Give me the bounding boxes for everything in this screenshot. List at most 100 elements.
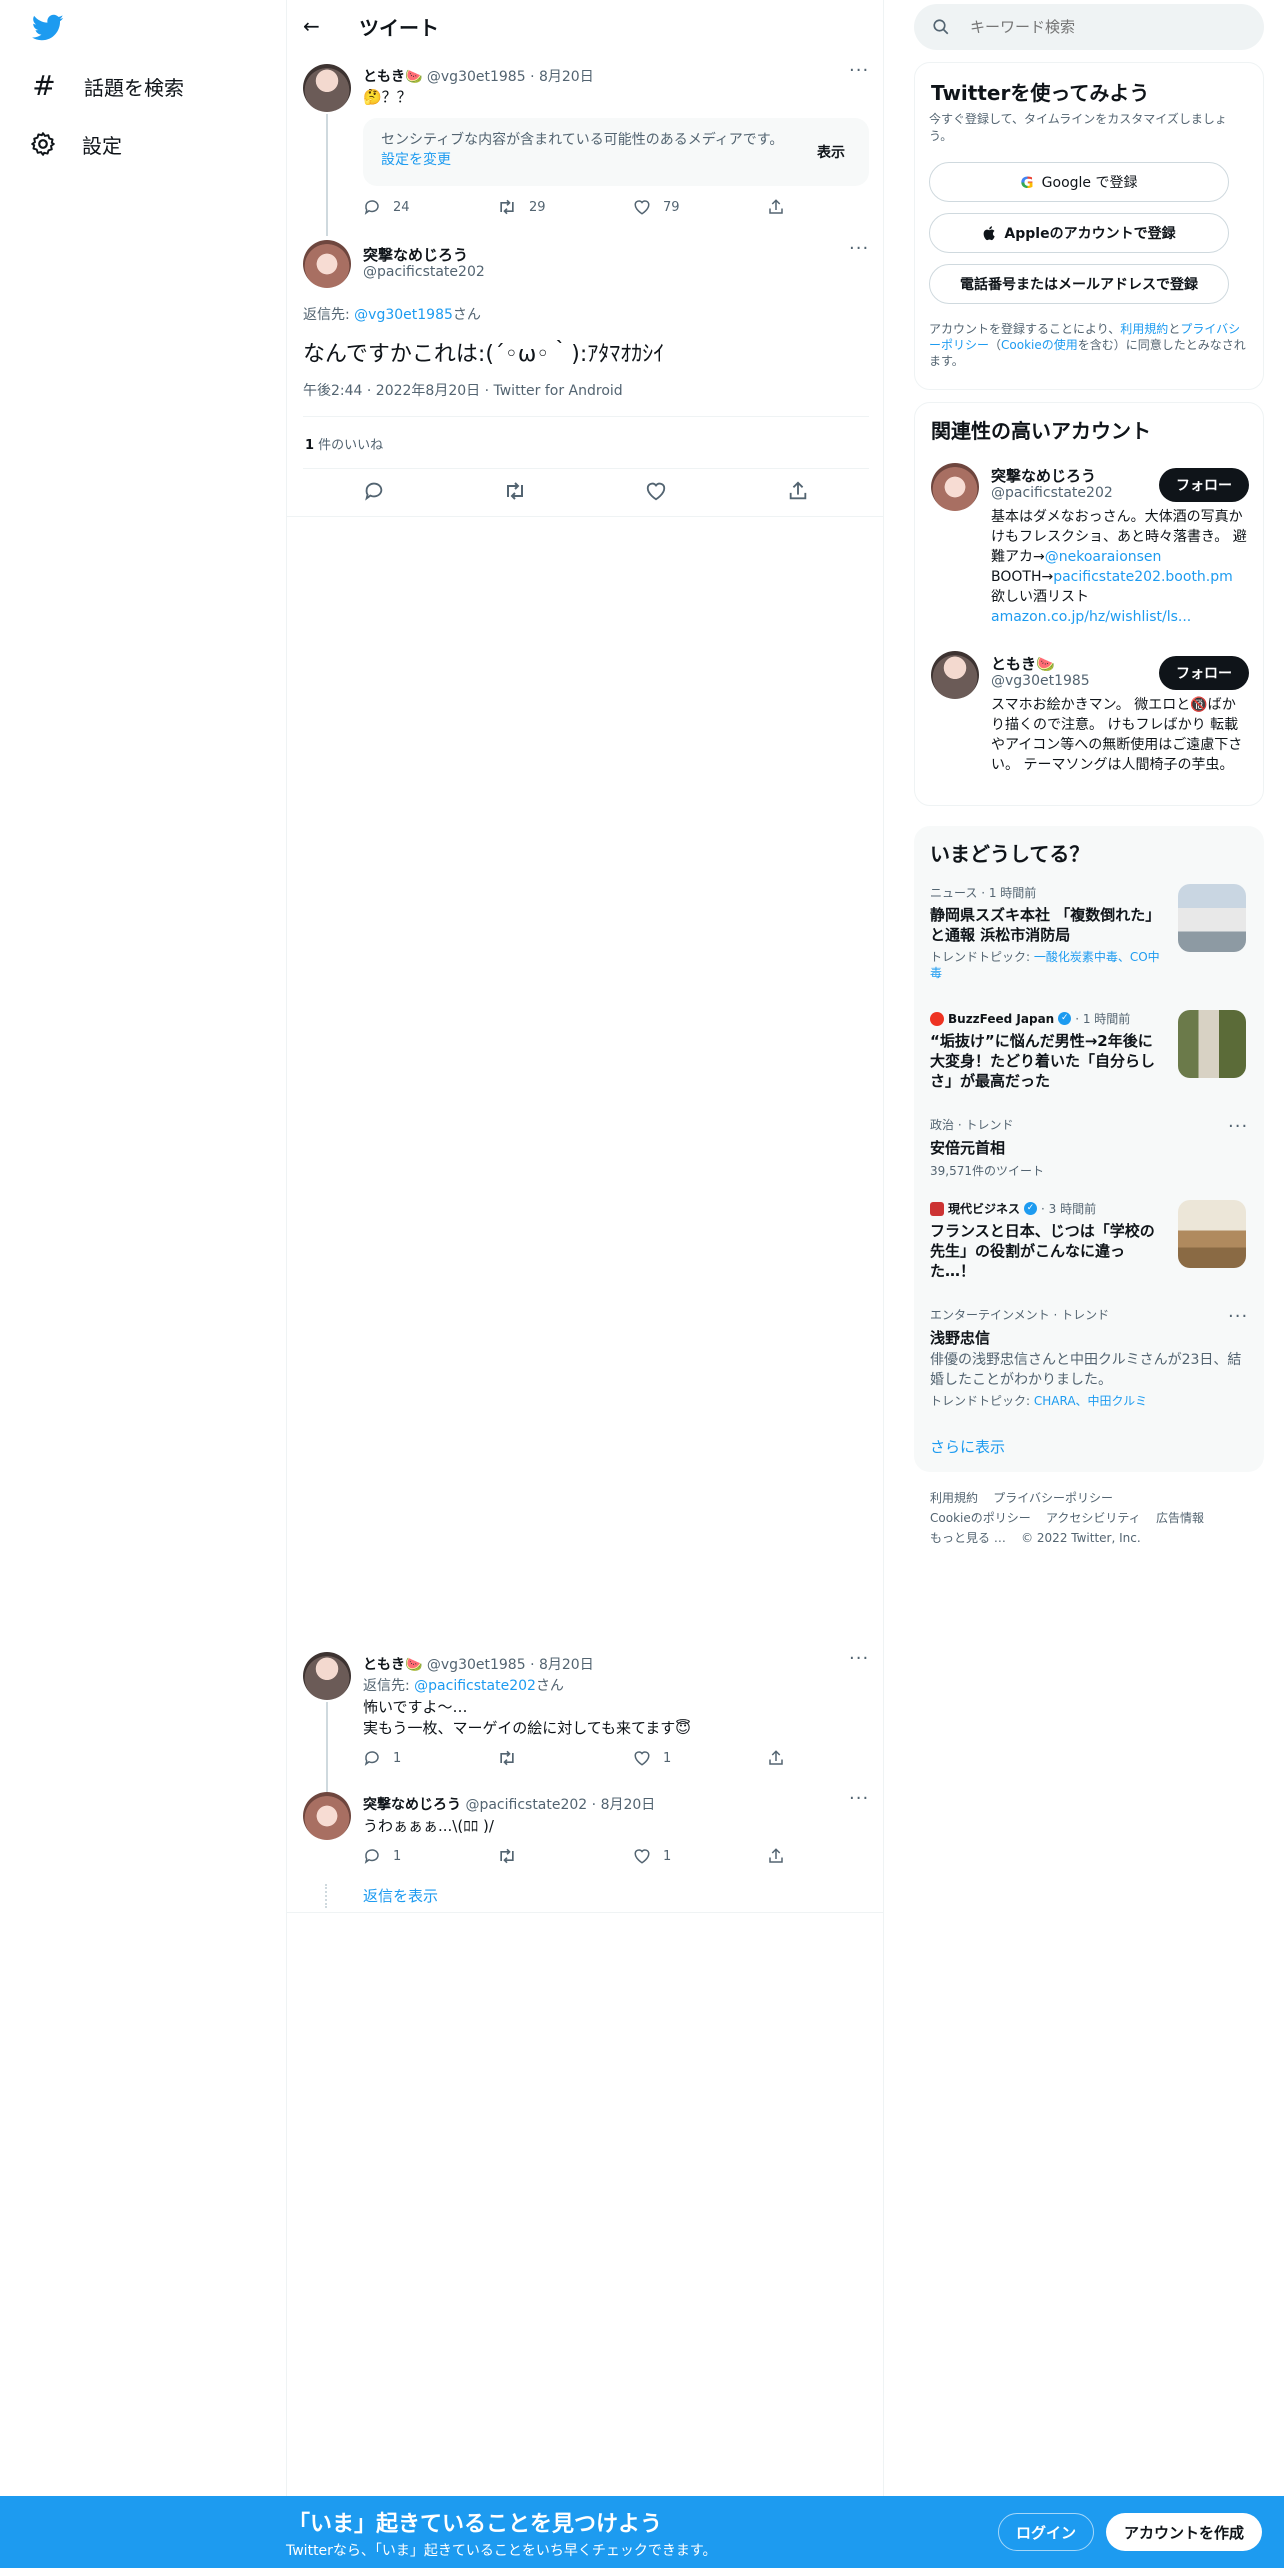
news-thumbnail[interactable]: [1178, 1200, 1246, 1268]
news-thumbnail[interactable]: [1178, 1010, 1246, 1078]
search-input[interactable]: [970, 16, 1240, 38]
reply-button[interactable]: 24: [363, 198, 410, 216]
show-replies-link[interactable]: 返信を表示: [363, 1885, 438, 1906]
retweet-button[interactable]: [497, 1749, 517, 1767]
footer-link[interactable]: アクセシビリティ: [1046, 1511, 1141, 1525]
reply-to-handle[interactable]: @vg30et1985: [354, 307, 453, 323]
bottom-signup-bar: 「いま」起きていることを見つけよう Twitterなら、「いま」起きていることを…: [0, 2496, 1284, 2568]
account-name[interactable]: ともき🍉: [991, 653, 1055, 674]
search-icon: [932, 18, 950, 36]
search-box[interactable]: [914, 4, 1264, 50]
retweet-button[interactable]: [503, 480, 527, 502]
reply-to-handle[interactable]: @pacificstate202: [414, 1678, 536, 1694]
trend-meta: · 3 時間前: [1041, 1202, 1097, 1216]
more-icon[interactable]: ···: [849, 238, 869, 259]
avatar[interactable]: [931, 463, 979, 511]
likes-stat[interactable]: 1 件のいいね: [305, 434, 383, 453]
tweet-timestamp[interactable]: 午後2:44 · 2022年8月20日 · Twitter for Androi…: [303, 380, 623, 400]
avatar[interactable]: [303, 1652, 351, 1700]
share-button[interactable]: [767, 1749, 785, 1767]
change-settings-link[interactable]: 設定を変更: [381, 152, 451, 168]
more-icon[interactable]: ···: [849, 1788, 869, 1809]
reply-icon: [363, 1847, 381, 1865]
tweet-date[interactable]: 8月20日: [539, 1657, 594, 1673]
tweet-date[interactable]: 8月20日: [539, 69, 594, 85]
share-button[interactable]: [767, 198, 785, 216]
back-arrow-icon[interactable]: ←: [303, 14, 320, 38]
nav-explore[interactable]: # 話題を検索: [30, 58, 184, 114]
apple-signup-button[interactable]: Appleのアカウントで登録: [929, 213, 1229, 253]
like-button[interactable]: 79: [633, 198, 680, 216]
footer-link[interactable]: 広告情報: [1156, 1511, 1204, 1525]
footer-link[interactable]: Cookieのポリシー: [930, 1511, 1031, 1525]
create-account-button[interactable]: アカウントを作成: [1106, 2513, 1262, 2551]
share-button[interactable]: [787, 480, 809, 502]
like-button[interactable]: [645, 480, 667, 502]
trend-item[interactable]: 現代ビジネス ✓ · 3 時間前 フランスと日本、じつは「学校の先生」の役割がこ…: [930, 1200, 1170, 1281]
more-icon[interactable]: ···: [1228, 1306, 1248, 1327]
trend-item[interactable]: BuzzFeed Japan ✓ · 1 時間前 “垢抜け”に悩んだ男性→2年後…: [930, 1010, 1170, 1091]
avatar[interactable]: [931, 651, 979, 699]
tweet-header: ともき🍉 @vg30et1985 · 8月20日: [363, 69, 594, 85]
news-thumbnail[interactable]: [1178, 884, 1246, 952]
footer-link[interactable]: もっと見る …: [930, 1531, 1006, 1545]
author-handle[interactable]: @pacificstate202: [465, 1797, 587, 1813]
bio-link[interactable]: amazon.co.jp/hz/wishlist/ls...: [991, 609, 1191, 625]
trends-card: いまどうしてる？ ニュース · 1 時間前 静岡県スズキ本社 「複数倒れた」と通…: [914, 826, 1264, 1472]
gendai-logo-icon: [930, 1201, 944, 1216]
more-icon[interactable]: ···: [849, 1648, 869, 1669]
account-bio: スマホお絵かきマン。 微エロと🔞ばかり描くので注意。 けもフレばかり 転載やアイ…: [991, 697, 1243, 773]
follow-button[interactable]: フォロー: [1159, 656, 1249, 690]
share-button[interactable]: [767, 1847, 785, 1865]
trend-item[interactable]: 政治 · トレンド 安倍元首相 39,571件のツイート: [930, 1116, 1250, 1179]
bio-link[interactable]: pacificstate202.booth.pm: [1053, 569, 1233, 585]
author-name[interactable]: ともき🍉: [363, 1657, 422, 1673]
bio-link[interactable]: @nekoaraionsen: [1045, 549, 1162, 565]
author-name[interactable]: ともき🍉: [363, 69, 422, 85]
author-handle[interactable]: @vg30et1985: [427, 69, 526, 85]
share-icon: [767, 1847, 785, 1865]
like-button[interactable]: 1: [633, 1847, 671, 1865]
account-name[interactable]: 突撃なめじろう: [991, 465, 1096, 486]
author-handle[interactable]: @vg30et1985: [427, 1657, 526, 1673]
show-button[interactable]: 表示: [817, 142, 845, 162]
reply-button[interactable]: 1: [363, 1847, 401, 1865]
avatar[interactable]: [303, 1792, 351, 1840]
retweet-button[interactable]: [497, 1847, 517, 1865]
reply-count: 1: [393, 1750, 402, 1766]
follow-button[interactable]: フォロー: [1159, 468, 1249, 502]
verified-icon: ✓: [1024, 1202, 1038, 1215]
retweet-button[interactable]: 29: [497, 198, 546, 216]
share-icon: [767, 198, 785, 216]
show-more-link[interactable]: さらに表示: [930, 1436, 1005, 1457]
more-icon[interactable]: ···: [849, 60, 869, 81]
like-button[interactable]: 1: [633, 1749, 671, 1767]
nav-settings[interactable]: 設定: [30, 116, 122, 172]
likes-stat-count: 1: [305, 438, 315, 453]
nav-settings-label: 設定: [82, 133, 122, 158]
trend-topic[interactable]: CHARA、中田クルミ: [1034, 1394, 1147, 1408]
google-signup-button[interactable]: G Google で登録: [929, 162, 1229, 202]
account-handle[interactable]: @vg30et1985: [991, 673, 1090, 689]
author-handle[interactable]: @pacificstate202: [363, 264, 485, 280]
tweet-date[interactable]: 8月20日: [601, 1797, 656, 1813]
like-count: 79: [663, 199, 680, 215]
login-button[interactable]: ログイン: [998, 2513, 1094, 2551]
avatar[interactable]: [303, 240, 351, 288]
reply-button[interactable]: [363, 480, 385, 502]
phone-signup-button[interactable]: 電話番号またはメールアドレスで登録: [929, 264, 1229, 304]
twitter-logo-icon[interactable]: [32, 14, 64, 42]
cookie-link[interactable]: Cookieの使用: [1001, 338, 1078, 352]
left-nav: # 話題を検索 設定: [0, 0, 286, 2500]
footer-link[interactable]: プライバシーポリシー: [993, 1491, 1113, 1505]
reply-button[interactable]: 1: [363, 1749, 401, 1767]
footer-link[interactable]: 利用規約: [930, 1491, 978, 1505]
author-name[interactable]: 突撃なめじろう: [363, 244, 468, 265]
account-handle[interactable]: @pacificstate202: [991, 485, 1113, 501]
avatar[interactable]: [303, 64, 351, 112]
trend-description: 俳優の浅野忠信さんと中田クルミさんが23日、結婚したことがわかりました。: [930, 1352, 1242, 1388]
trend-item[interactable]: エンターテインメント · トレンド 浅野忠信 俳優の浅野忠信さんと中田クルミさん…: [930, 1306, 1250, 1409]
terms-link[interactable]: 利用規約: [1120, 322, 1168, 336]
more-icon[interactable]: ···: [1228, 1116, 1248, 1137]
author-name[interactable]: 突撃なめじろう: [363, 1797, 461, 1813]
